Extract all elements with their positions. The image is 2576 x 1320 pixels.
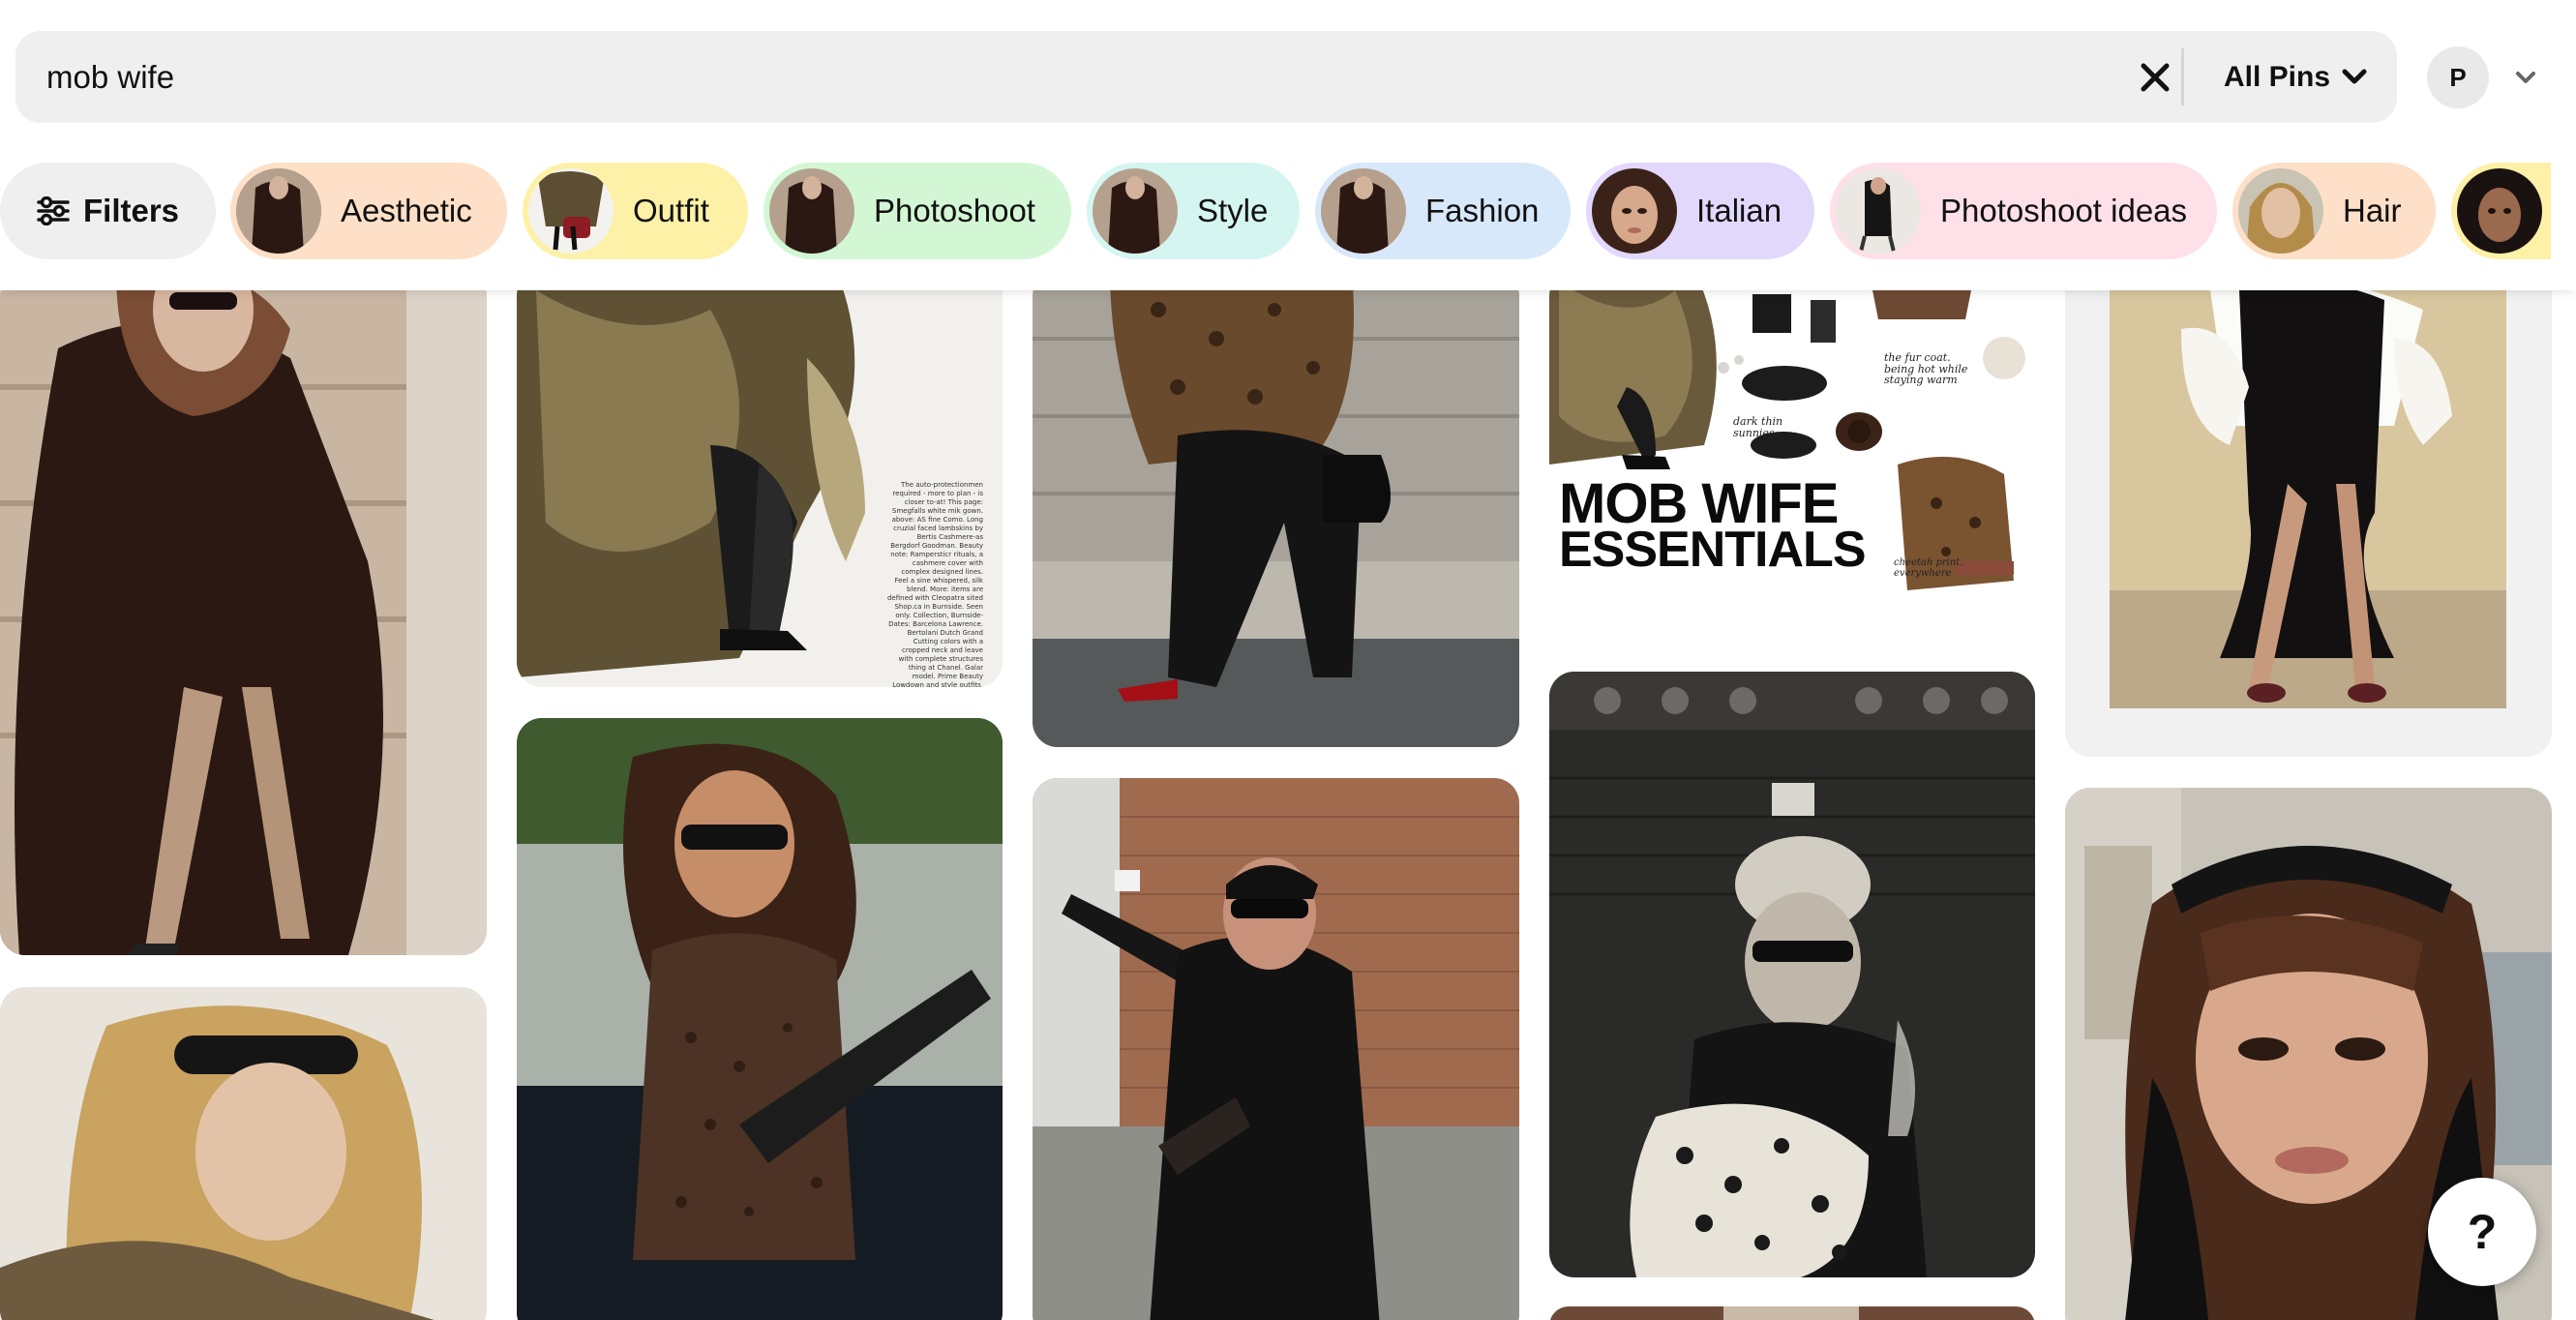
chip-thumbnail (1321, 168, 1406, 254)
chip-label: Hair (2343, 193, 2402, 228)
pin-image-mob-wife-essentials[interactable]: MOB WIFE ESSENTIALS the fur coat. being … (1549, 271, 2035, 610)
chip-label: Aesthetic (341, 193, 472, 228)
sliders-icon (37, 196, 70, 225)
chip-thumbnail (1592, 168, 1677, 254)
chip-label: Style (1197, 193, 1269, 228)
chip-thumbnail (528, 168, 614, 254)
filter-chips-bar: Filters Aesthetic Outfit Photoshoot Styl (0, 155, 2576, 290)
pin-image-curlers-leopard-fur[interactable] (1549, 672, 2035, 1277)
chip-thumbnail (2457, 168, 2542, 254)
help-button[interactable]: ? (2428, 1178, 2536, 1286)
pin-essentials-title-line2: ESSENTIALS (1559, 522, 1866, 578)
chips-scroll[interactable]: Filters Aesthetic Outfit Photoshoot Styl (0, 155, 2551, 290)
pin-image-magazine-fur-heels[interactable]: The auto-protectionmen required - more t… (517, 271, 1003, 687)
pin-image-leopard-coat-bench[interactable] (1033, 271, 1519, 747)
chip-thumbnail (236, 168, 321, 254)
pin-image-white-fur-wall[interactable] (2065, 271, 2552, 757)
pin-essentials-note-cheetah: cheetah print. everywhere (1894, 557, 1963, 579)
chip-photoshoot[interactable]: Photoshoot (764, 163, 1071, 259)
pin-image-blonde-headband[interactable] (0, 987, 487, 1320)
chip-photoshoot-ideas[interactable]: Photoshoot ideas (1830, 163, 2217, 259)
pin-image-fur-coat-stairs[interactable] (0, 271, 487, 955)
pin-image-black-coat-brick[interactable] (1033, 778, 1519, 1320)
pin-image-leopard-dress-car[interactable] (517, 718, 1003, 1320)
pin-essentials-note-sunnies: dark thin sunnies. (1733, 415, 1783, 439)
chip-label: Italian (1696, 193, 1782, 228)
pin-magazine-caption: The auto-protectionmen required - more t… (886, 481, 983, 687)
chip-label: Photoshoot ideas (1940, 193, 2188, 228)
chip-label: Fashion (1425, 193, 1540, 228)
pin-essentials-note-coat: the fur coat. being hot while staying wa… (1884, 351, 1968, 387)
chip-thumbnail (2238, 168, 2323, 254)
chip-label: Photoshoot (874, 193, 1035, 228)
chip-partial[interactable] (2451, 163, 2551, 259)
chip-thumbnail (1836, 168, 1921, 254)
chip-italian[interactable]: Italian (1586, 163, 1814, 259)
chip-thumbnail (1093, 168, 1178, 254)
chip-style[interactable]: Style (1087, 163, 1300, 259)
pin-image-partial-bottom[interactable] (1549, 1306, 2035, 1320)
chip-fashion[interactable]: Fashion (1315, 163, 1571, 259)
filters-button[interactable]: Filters (0, 163, 217, 259)
filters-label: Filters (83, 193, 180, 228)
chip-aesthetic[interactable]: Aesthetic (230, 163, 507, 259)
chip-outfit[interactable]: Outfit (523, 163, 748, 259)
chip-thumbnail (769, 168, 854, 254)
chip-label: Outfit (633, 193, 709, 228)
chip-hair[interactable]: Hair (2232, 163, 2436, 259)
